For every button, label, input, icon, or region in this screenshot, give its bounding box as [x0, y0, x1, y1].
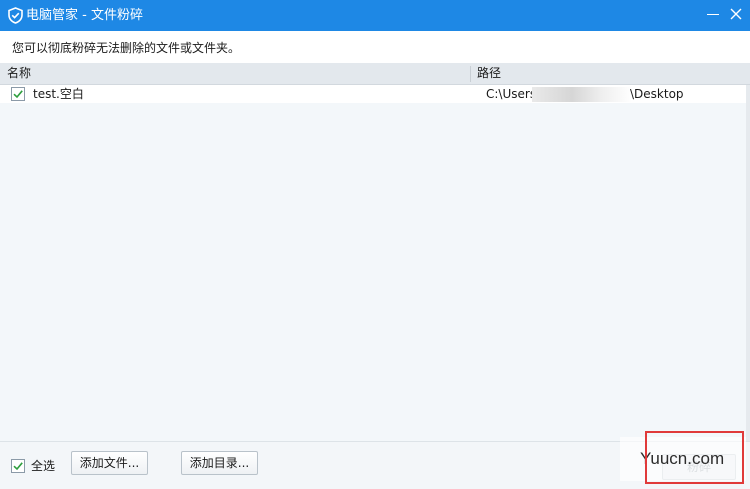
minimize-icon[interactable]: [704, 5, 722, 23]
watermark-text: Yuucn.com: [640, 449, 725, 468]
row-checkbox[interactable]: [11, 87, 25, 101]
file-path-prefix: C:\Users: [486, 87, 537, 101]
add-directory-button[interactable]: 添加目录...: [181, 451, 258, 475]
table-header: 名称 路径: [0, 63, 750, 85]
redacted-path: [532, 87, 632, 102]
column-header-name[interactable]: 名称: [7, 66, 31, 81]
column-divider[interactable]: [470, 66, 471, 82]
select-all-checkbox[interactable]: [11, 459, 25, 473]
window-title: 电脑管家 - 文件粉碎: [26, 8, 143, 23]
scrollbar[interactable]: [746, 85, 750, 441]
description-text: 您可以彻底粉碎无法删除的文件或文件夹。: [12, 41, 241, 55]
add-file-button[interactable]: 添加文件...: [71, 451, 148, 475]
close-icon[interactable]: [727, 5, 745, 23]
file-path-suffix: \Desktop: [630, 87, 684, 101]
select-all-label[interactable]: 全选: [31, 458, 55, 474]
shield-logo-icon: [7, 7, 24, 24]
file-name: test.空白: [33, 87, 84, 101]
column-header-path[interactable]: 路径: [477, 66, 501, 81]
title-bar: 电脑管家 - 文件粉碎: [0, 0, 750, 31]
table-row[interactable]: test.空白 C:\Users \Desktop: [0, 85, 746, 103]
description-bar: 您可以彻底粉碎无法删除的文件或文件夹。: [0, 31, 750, 63]
file-list: test.空白 C:\Users \Desktop: [0, 85, 750, 441]
